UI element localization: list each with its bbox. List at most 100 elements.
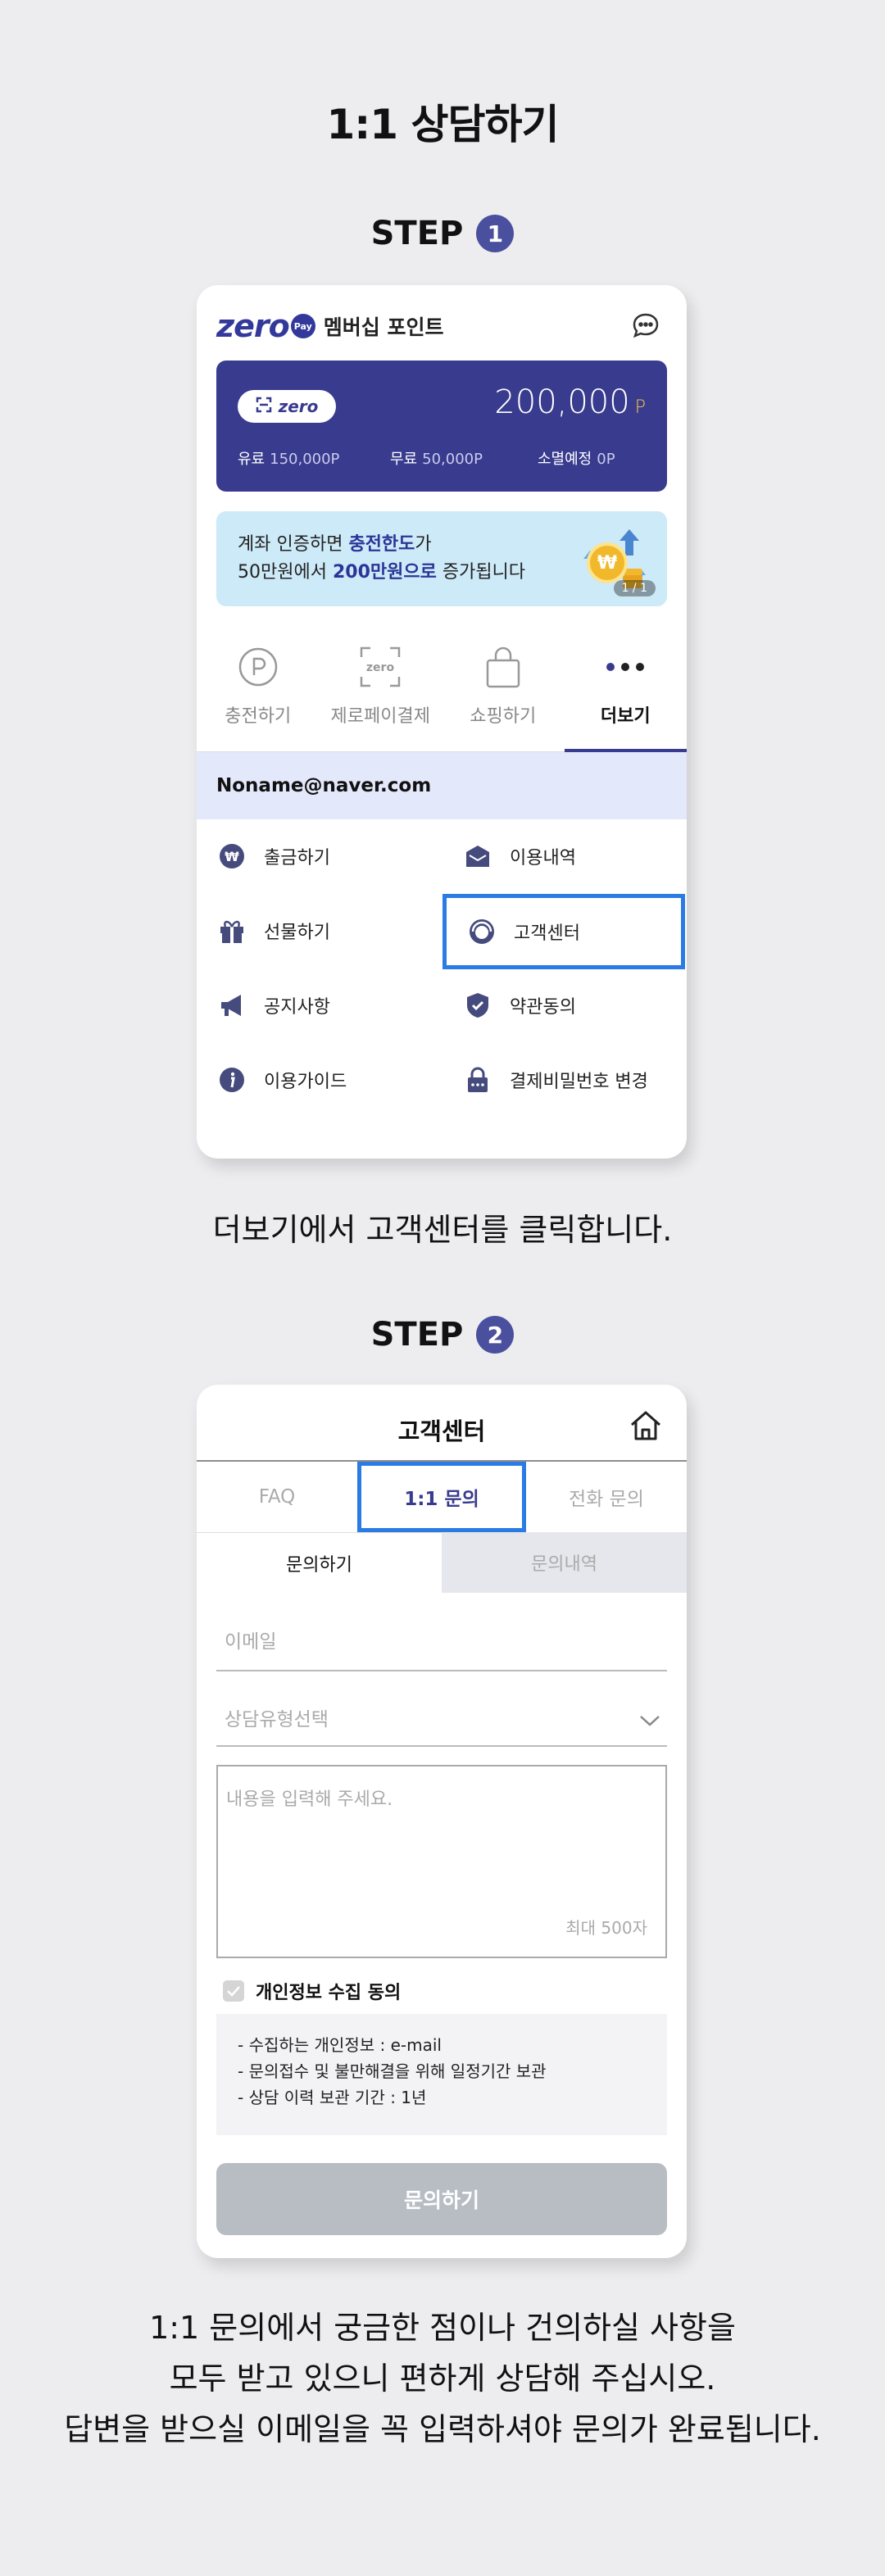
email-field[interactable]	[216, 1614, 667, 1671]
menu-notice[interactable]: 공지사항	[197, 968, 439, 1042]
info-icon	[218, 1066, 246, 1094]
menu-label: 고객센터	[514, 923, 580, 944]
expire-value: 0P	[597, 451, 615, 468]
menu-label: 이용가이드	[264, 1072, 347, 1092]
zero-scan-icon: zero	[357, 644, 403, 690]
privacy-agree-row[interactable]: 개인정보 수집 동의	[223, 1978, 401, 2004]
tab-label: 더보기	[600, 706, 651, 727]
step-1-label: STEP 1	[0, 215, 885, 252]
tab-phone-inquiry[interactable]: 전화 문의	[526, 1462, 687, 1532]
promo-banner[interactable]: 계좌 인증하면 충전한도가 50만원에서 200만원으로 증가됩니다 ₩ 1 /…	[216, 511, 667, 606]
menu-guide[interactable]: 이용가이드	[197, 1043, 439, 1117]
paid-label: 유료	[238, 451, 266, 468]
menu-history[interactable]: 이용내역	[442, 819, 685, 893]
menu-label: 출금하기	[264, 848, 330, 868]
tab-label: 쇼핑하기	[470, 706, 537, 727]
info-line: - 수집하는 개인정보 : e-mail	[238, 2035, 442, 2055]
pay-badge: Pay	[290, 314, 315, 338]
paid-value: 150,000P	[270, 451, 340, 468]
banner-page-indicator: 1 / 1	[613, 580, 656, 596]
menu-label: 약관동의	[510, 997, 576, 1018]
paid-points: 유료 150,000P	[238, 447, 339, 469]
app-header: zero Pay 멤버십 포인트	[216, 308, 667, 344]
privacy-checkbox[interactable]	[223, 1980, 244, 2002]
shield-check-icon	[464, 991, 492, 1019]
free-points: 무료 50,000P	[390, 447, 483, 469]
tab-faq[interactable]: FAQ	[197, 1462, 357, 1532]
submit-inquiry-button[interactable]: 문의하기	[216, 2163, 667, 2235]
chevron-down-icon	[639, 1711, 660, 1732]
tab-zeropay-payment[interactable]: zero 제로페이결제	[320, 629, 442, 751]
header-title: 멤버십 포인트	[323, 315, 444, 339]
info-line: - 상담 이력 보관 기간 : 1년	[238, 2088, 427, 2107]
menu-label: 선물하기	[264, 923, 330, 943]
gift-icon	[218, 917, 246, 945]
caption-line: 1:1 문의에서 궁금한 점이나 건의하실 사항을	[149, 2310, 736, 2346]
email-input[interactable]	[225, 1631, 667, 1653]
shopping-bag-icon	[480, 644, 526, 690]
step-2-caption: 1:1 문의에서 궁금한 점이나 건의하실 사항을 모두 받고 있으니 편하게 …	[0, 2302, 885, 2455]
won-coin-icon: ₩	[587, 542, 628, 583]
scan-icon	[256, 397, 272, 417]
tab-charge[interactable]: 충전하기	[197, 629, 320, 751]
caption-line: 답변을 받으실 이메일을 꼭 입력하셔야 문의가 완료됩니다.	[64, 2411, 821, 2447]
menu-label: 공지사항	[264, 997, 330, 1018]
customer-center-icon	[468, 918, 496, 946]
point-card[interactable]: zero 200,000 P 유료 150,000P 무료 50,000P 소멸예정 0…	[216, 361, 667, 492]
chat-icon[interactable]	[631, 311, 664, 341]
main-tab-bar: 충전하기 zero 제로페이결제 쇼핑하기 더보기	[197, 629, 687, 752]
free-value: 50,000P	[422, 451, 483, 468]
withdraw-icon: ₩	[218, 842, 246, 870]
phone-screen-customer-center: 고객센터 FAQ 1:1 문의 전화 문의 문의하기 문의내역 상담유형선택 최…	[197, 1385, 687, 2258]
screen-title: 고객센터	[397, 1417, 486, 1445]
lock-icon	[464, 1066, 492, 1094]
expire-label: 소멸예정	[538, 451, 592, 468]
free-label: 무료	[390, 451, 418, 468]
menu-change-payment-pin[interactable]: 결제비밀번호 변경	[442, 1043, 685, 1117]
tab-more[interactable]: 더보기	[564, 629, 688, 752]
tab-shopping[interactable]: 쇼핑하기	[442, 629, 565, 751]
content-textarea[interactable]	[218, 1766, 665, 1914]
step-number-badge: 1	[476, 215, 515, 252]
menu-label: 이용내역	[510, 848, 576, 868]
zero-pay-pill[interactable]: zero	[238, 390, 336, 423]
tab-one-on-one-inquiry[interactable]: 1:1 문의	[357, 1462, 526, 1532]
menu-customer-center[interactable]: 고객센터	[442, 894, 685, 969]
menu-label: 결제비밀번호 변경	[510, 1072, 648, 1092]
balance-value: 200,000	[494, 383, 630, 421]
subtab-inquiry-history[interactable]: 문의내역	[442, 1532, 687, 1593]
svg-text:₩: ₩	[225, 849, 239, 864]
select-placeholder: 상담유형선택	[225, 1709, 329, 1730]
phone-screen-membership: zero Pay 멤버십 포인트 zero 200,000 P 유료 150,000…	[197, 285, 687, 1159]
menu-gift[interactable]: 선물하기	[197, 894, 439, 968]
step-1-caption: 더보기에서 고객센터를 클릭합니다.	[212, 1212, 673, 1248]
history-icon	[464, 842, 492, 870]
more-dots-icon	[602, 644, 648, 690]
caption-line: 모두 받고 있으니 편하게 상담해 주십시오.	[169, 2361, 716, 2397]
svg-text:zero: zero	[366, 661, 395, 674]
content-textarea-box[interactable]: 최대 500자	[216, 1765, 667, 1958]
privacy-info-box: - 수집하는 개인정보 : e-mail - 문의접수 및 불만해결을 위해 일…	[216, 2014, 667, 2135]
step-2-label: STEP 2	[0, 1316, 885, 1354]
tab-label: 제로페이결제	[330, 706, 430, 727]
home-icon[interactable]	[628, 1408, 664, 1444]
consult-type-select[interactable]: 상담유형선택	[216, 1689, 667, 1747]
max-length-hint: 최대 500자	[565, 1918, 647, 1938]
menu-withdraw[interactable]: ₩ 출금하기	[197, 819, 439, 893]
pill-label: zero	[278, 397, 319, 416]
support-tab-bar: FAQ 1:1 문의 전화 문의	[197, 1462, 687, 1532]
point-circle-icon	[235, 644, 281, 690]
step-number-badge: 2	[476, 1316, 515, 1354]
subtab-write-inquiry[interactable]: 문의하기	[197, 1532, 442, 1593]
megaphone-icon	[218, 991, 246, 1019]
info-line: - 문의접수 및 불만해결을 위해 일정기간 보관	[238, 2061, 547, 2081]
account-email: Noname@naver.com	[197, 752, 687, 819]
menu-terms[interactable]: 약관동의	[442, 968, 685, 1042]
agree-label: 개인정보 수집 동의	[256, 1983, 402, 2003]
page-title: 1:1 상담하기	[326, 101, 560, 148]
inquiry-subtabs: 문의하기 문의내역	[197, 1532, 687, 1593]
step-text: STEP	[370, 215, 464, 252]
balance-unit: P	[634, 397, 646, 418]
banner-text: 계좌 인증하면 충전한도가 50만원에서 200만원으로 증가됩니다	[238, 534, 526, 583]
tab-label: 충전하기	[225, 706, 292, 727]
